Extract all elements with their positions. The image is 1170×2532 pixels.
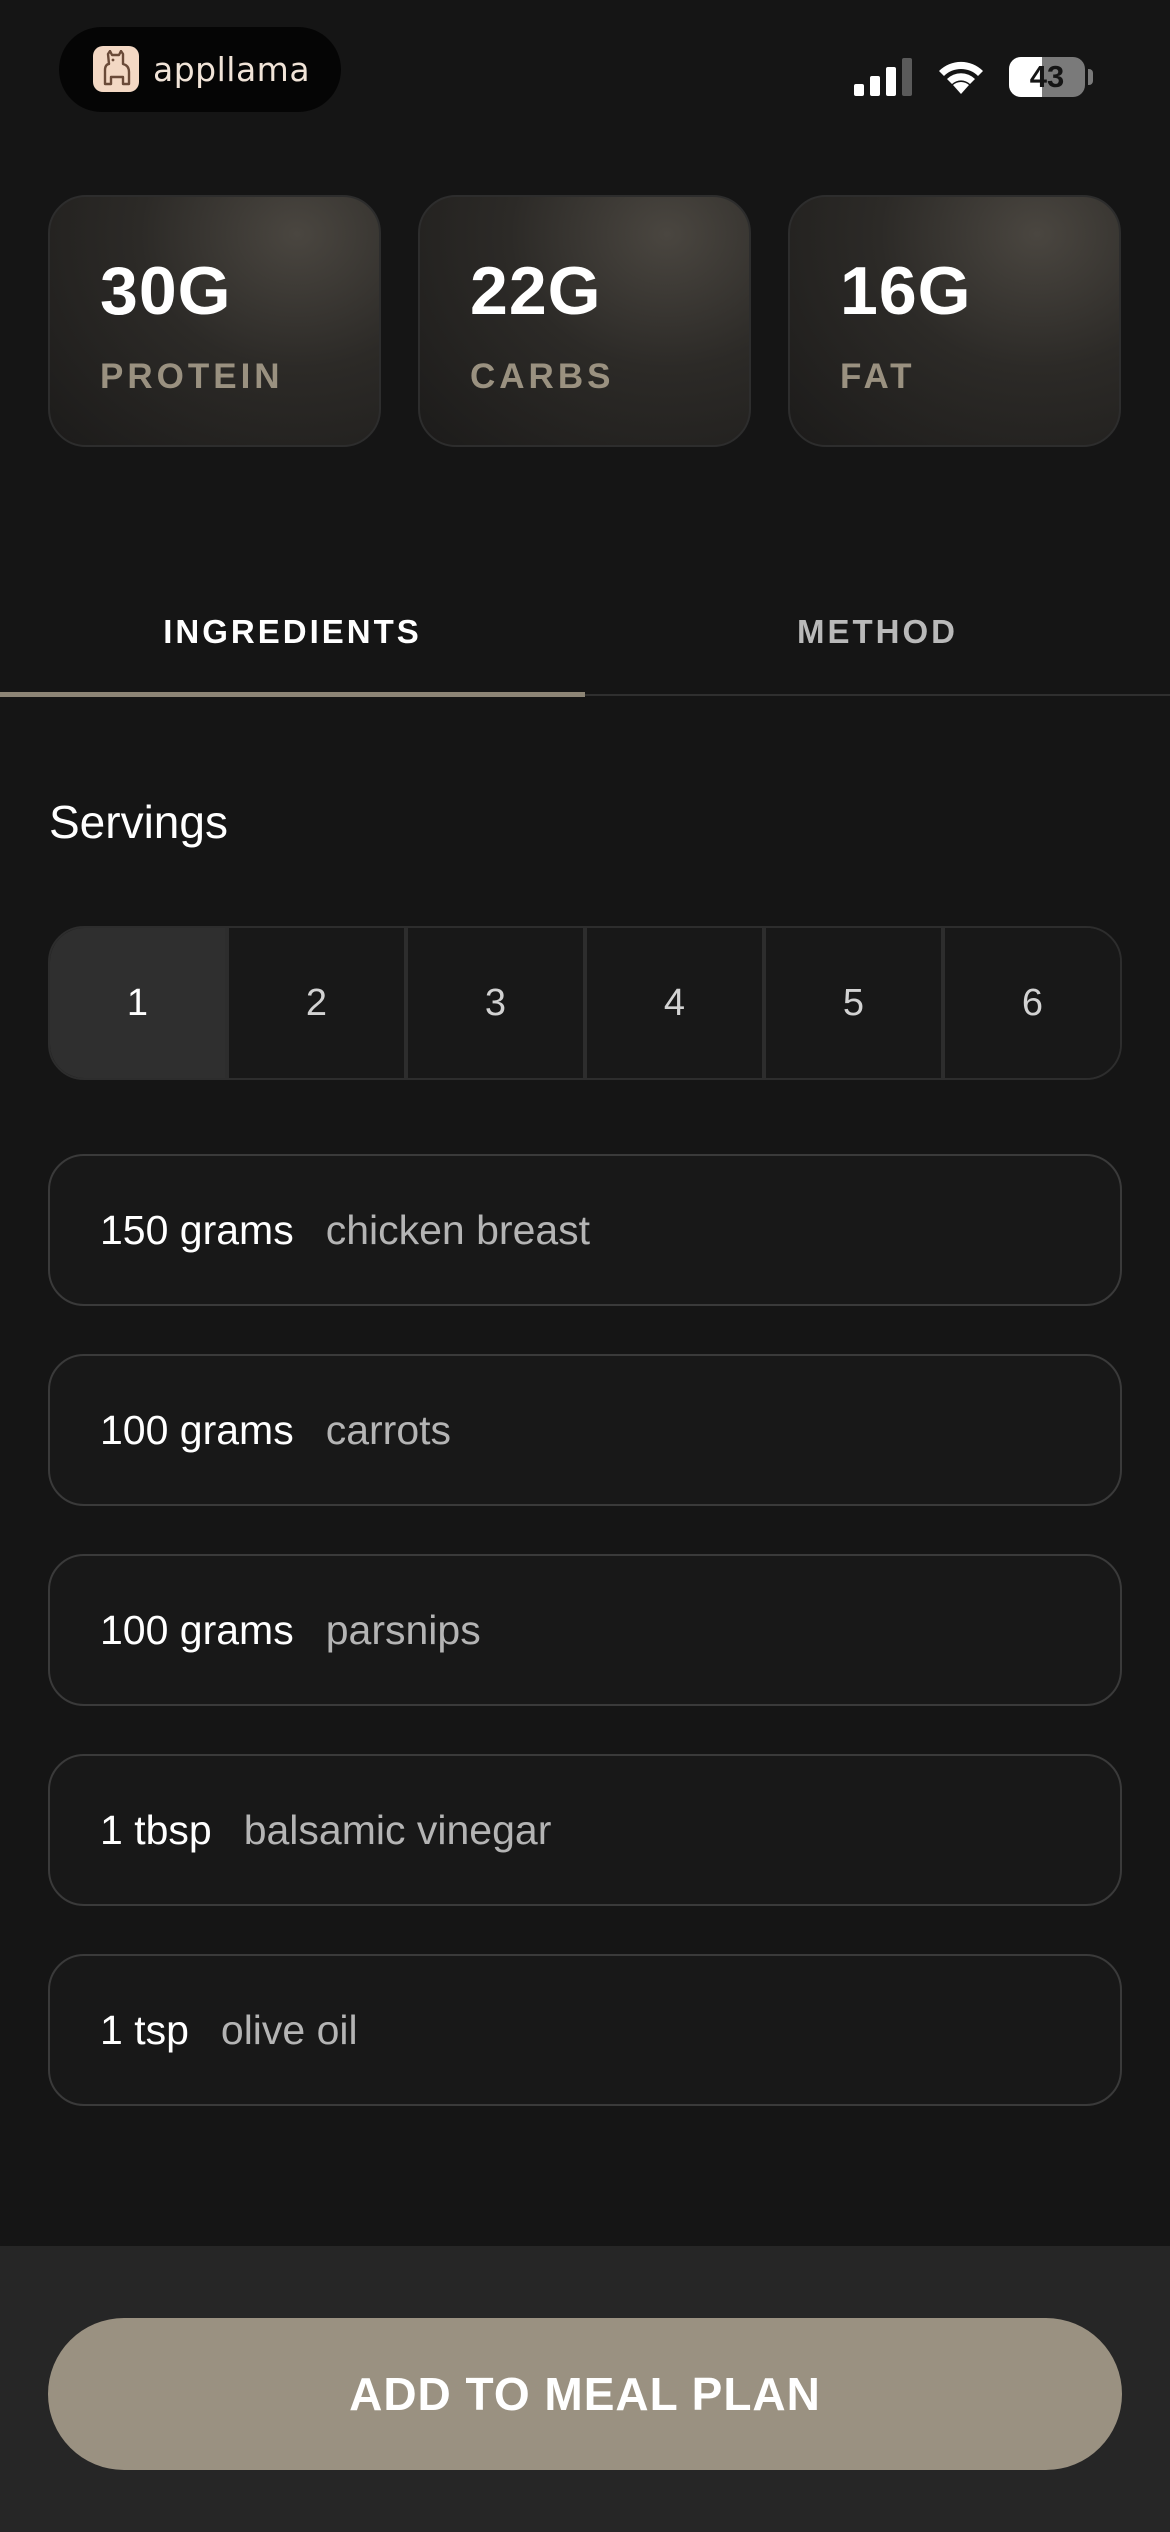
cellular-signal-icon: [854, 58, 912, 96]
brand-name: appllama: [153, 50, 311, 89]
serving-option-4[interactable]: 4: [583, 928, 762, 1078]
serving-option-1[interactable]: 1: [50, 928, 225, 1078]
ingredient-name: balsamic vinegar: [243, 1806, 552, 1853]
servings-title: Servings: [49, 796, 228, 848]
ingredient-name: carrots: [325, 1406, 452, 1453]
macro-card-carbs: 22G CARBS: [418, 195, 751, 447]
wifi-icon: [939, 61, 983, 94]
ingredient-quantity: 150 grams: [100, 1206, 294, 1253]
battery-icon: 43: [1009, 57, 1085, 97]
ingredient-row[interactable]: 100 grams parsnips: [48, 1554, 1122, 1706]
llama-icon: [93, 46, 139, 92]
serving-option-2[interactable]: 2: [225, 928, 404, 1078]
tab-bar: INGREDIENTS METHOD: [0, 580, 1170, 700]
battery-level: 43: [1029, 59, 1065, 94]
ingredient-row[interactable]: 1 tsp olive oil: [48, 1954, 1122, 2106]
add-to-meal-plan-button[interactable]: ADD TO MEAL PLAN: [48, 2318, 1122, 2470]
ingredient-name: parsnips: [325, 1606, 481, 1653]
macro-label: FAT: [840, 357, 916, 396]
ingredient-name: olive oil: [220, 2006, 358, 2053]
ingredient-quantity: 100 grams: [100, 1606, 294, 1653]
ingredient-quantity: 1 tbsp: [100, 1806, 212, 1853]
bottom-action-bar: ADD TO MEAL PLAN: [0, 2246, 1170, 2532]
ingredient-name: chicken breast: [325, 1206, 591, 1253]
brand-pill[interactable]: appllama: [59, 27, 341, 112]
status-bar: appllama 43: [0, 0, 1170, 140]
macro-card-fat: 16G FAT: [788, 195, 1121, 447]
active-tab-indicator: [0, 692, 585, 697]
macro-label: CARBS: [470, 357, 615, 396]
ingredient-quantity: 100 grams: [100, 1406, 294, 1453]
ingredient-quantity: 1 tsp: [100, 2006, 189, 2053]
macro-value: 16G: [840, 253, 972, 329]
ingredient-row[interactable]: 100 grams carrots: [48, 1354, 1122, 1506]
serving-option-6[interactable]: 6: [941, 928, 1120, 1078]
recipe-screen: appllama 43 30G PROTEIN 22G CARBS 16G FA…: [0, 0, 1170, 2532]
tab-ingredients[interactable]: INGREDIENTS: [0, 580, 585, 696]
serving-option-3[interactable]: 3: [404, 928, 583, 1078]
ingredient-row[interactable]: 150 grams chicken breast: [48, 1154, 1122, 1306]
tab-method[interactable]: METHOD: [585, 580, 1170, 696]
ingredient-row[interactable]: 1 tbsp balsamic vinegar: [48, 1754, 1122, 1906]
servings-selector: 1 2 3 4 5 6: [48, 926, 1122, 1080]
macro-value: 22G: [470, 253, 602, 329]
macro-label: PROTEIN: [100, 357, 284, 396]
serving-option-5[interactable]: 5: [762, 928, 941, 1078]
macro-card-protein: 30G PROTEIN: [48, 195, 381, 447]
battery-tip: [1088, 69, 1093, 85]
macro-value: 30G: [100, 253, 232, 329]
